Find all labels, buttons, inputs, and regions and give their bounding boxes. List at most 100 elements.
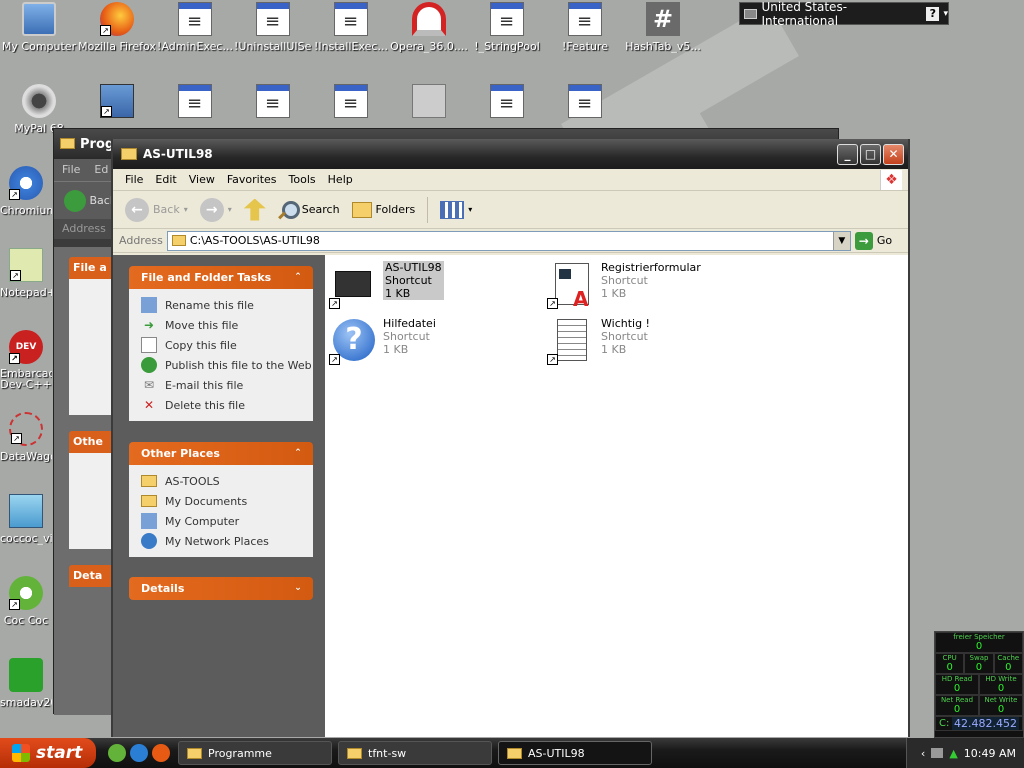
file-item-hilfedatei[interactable]: ? ↗ Hilfedatei Shortcut 1 KB: [329, 317, 436, 365]
place-my-network[interactable]: My Network Places: [141, 531, 313, 551]
installer-icon: [412, 84, 446, 118]
desktop-icon-uninstalluiseq[interactable]: !UninstallUISeq...: [234, 2, 312, 53]
up-button[interactable]: [240, 197, 270, 223]
desktop-icon-exe[interactable]: [468, 84, 546, 122]
desktop-icon-exe[interactable]: [312, 84, 390, 122]
desktop-icon-firefox[interactable]: ↗ Mozilla Firefox: [78, 2, 156, 53]
minimize-button[interactable]: _: [837, 144, 858, 165]
help-icon[interactable]: ?: [926, 6, 940, 21]
details-header[interactable]: Details ⌄: [129, 577, 313, 600]
menu-edit[interactable]: Edit: [149, 173, 182, 186]
file-size: 1 KB: [601, 287, 627, 300]
place-my-computer[interactable]: My Computer: [141, 511, 313, 531]
file-folder-tasks-header[interactable]: File and Folder Tasks ⌃: [129, 266, 313, 289]
language-bar[interactable]: United States-International ? ▾: [739, 0, 949, 28]
task-label: Delete this file: [165, 398, 245, 412]
desktop-icon-devcpp[interactable]: DEV↗ Embarcadero Dev-C++: [0, 330, 52, 390]
menu-help[interactable]: Help: [322, 173, 359, 186]
ie-quicklaunch-icon[interactable]: [130, 744, 148, 762]
collapse-chevron-icon[interactable]: ⌃: [291, 270, 305, 284]
window-titlebar[interactable]: AS-UTIL98 _ □ ✕: [113, 139, 908, 169]
menu-file[interactable]: File: [119, 173, 149, 186]
desktop-icon-stringpool[interactable]: !_StringPool: [468, 2, 546, 53]
desktop-icon-smadav[interactable]: smadav20: [0, 658, 52, 709]
network-tray-icon[interactable]: [931, 748, 944, 758]
desktop-icon-exe[interactable]: [156, 84, 234, 122]
forward-button[interactable]: → ▾: [196, 196, 236, 224]
file-folder-tasks-panel: File and Folder Tasks ⌃ Rename this file…: [129, 266, 313, 421]
start-button[interactable]: start: [0, 738, 96, 768]
menu-file[interactable]: File: [62, 163, 80, 176]
other-places-header[interactable]: Other Places ⌃: [129, 442, 313, 465]
desktop-icon-coccoc[interactable]: ↗ Coc Coc: [0, 576, 52, 627]
desktop-icon-my-computer[interactable]: My Computer: [0, 2, 78, 53]
expand-chevron-icon[interactable]: ⌄: [291, 581, 305, 595]
menu-view[interactable]: View: [183, 173, 221, 186]
notepad-document-icon: ↗: [547, 317, 595, 365]
tray-expand-icon[interactable]: ‹: [921, 747, 925, 760]
desktop-icon-label: Coc Coc: [3, 614, 49, 627]
place-my-documents[interactable]: My Documents: [141, 491, 313, 511]
chevron-down-icon[interactable]: ▾: [943, 9, 948, 19]
file-type: Shortcut: [385, 274, 432, 287]
chevron-down-icon[interactable]: ▾: [468, 205, 472, 214]
menu-edit[interactable]: Ed: [94, 163, 108, 176]
program-file-icon: [568, 2, 602, 36]
desktop-icon-feature[interactable]: !Feature: [546, 2, 624, 53]
explorer-window[interactable]: AS-UTIL98 _ □ ✕ File Edit View Favorites…: [111, 139, 910, 737]
forward-arrow-icon: →: [199, 197, 224, 222]
search-label: Search: [301, 203, 340, 216]
desktop-icon-installexec[interactable]: !InstallExec...: [312, 2, 390, 53]
desktop-icon-coccoc-installer[interactable]: coccoc_vi: [0, 494, 52, 545]
task-email-file[interactable]: ✉ E-mail this file: [141, 375, 313, 395]
desktop-icon-exe[interactable]: [234, 84, 312, 122]
views-button[interactable]: ▾: [436, 199, 476, 221]
place-label: My Network Places: [165, 534, 269, 548]
file-name: AS-UTIL98: [385, 261, 442, 274]
file-item-registrierformular[interactable]: A ↗ Registrierformular Shortcut 1 KB: [547, 261, 701, 311]
maximize-button[interactable]: □: [860, 144, 881, 165]
taskbar-button-as-util98[interactable]: AS-UTIL98: [498, 741, 652, 765]
drive-space-row: C: 42.482.452: [935, 716, 1023, 731]
chevron-down-icon[interactable]: ▾: [184, 205, 188, 214]
task-rename-file[interactable]: Rename this file: [141, 295, 313, 315]
desktop-icon-chromium[interactable]: ↗ Chromium: [0, 166, 52, 217]
task-copy-file[interactable]: Copy this file: [141, 335, 313, 355]
hd-read-value: 0: [953, 683, 961, 694]
file-item-wichtig[interactable]: ↗ Wichtig ! Shortcut 1 KB: [547, 317, 650, 365]
email-icon: ✉: [143, 378, 155, 392]
address-dropdown-button[interactable]: ▼: [832, 231, 850, 250]
go-button[interactable]: → Go: [854, 231, 892, 250]
desktop-icon-opera[interactable]: Opera_36.0....: [390, 2, 468, 53]
coccoc-quicklaunch-icon[interactable]: [108, 744, 126, 762]
close-button[interactable]: ✕: [883, 144, 904, 165]
collapse-chevron-icon[interactable]: ⌃: [291, 446, 305, 460]
back-button[interactable]: ← Back ▾: [121, 196, 192, 224]
place-as-tools[interactable]: AS-TOOLS: [141, 471, 313, 491]
firefox-quicklaunch-icon[interactable]: [152, 744, 170, 762]
resource-tray-icon[interactable]: ▲: [949, 747, 957, 760]
folders-button[interactable]: Folders: [348, 200, 420, 220]
menu-tools[interactable]: Tools: [283, 173, 322, 186]
task-label: Rename this file: [165, 298, 254, 312]
address-label: Address: [62, 222, 106, 235]
desktop-icon-adminexec[interactable]: !AdminExec...: [156, 2, 234, 53]
task-publish-web[interactable]: Publish this file to the Web: [141, 355, 313, 375]
menu-favorites[interactable]: Favorites: [221, 173, 283, 186]
desktop-icon-exe[interactable]: [546, 84, 624, 122]
desktop-icon-datawago[interactable]: ↗ DataWago: [0, 412, 52, 463]
clock[interactable]: 10:49 AM: [964, 747, 1016, 760]
chevron-down-icon[interactable]: ▾: [228, 205, 232, 214]
desktop-icon-hashtab[interactable]: # HashTab_v5...: [624, 2, 702, 53]
desktop-icon-notepadpp[interactable]: ↗ Notepad++: [0, 248, 52, 299]
address-input[interactable]: C:\AS-TOOLS\AS-UTIL98 ▼: [166, 230, 851, 251]
search-button[interactable]: Search: [274, 198, 344, 222]
task-move-file[interactable]: ➜ Move this file: [141, 315, 313, 335]
taskbar-button-tfnt-sw[interactable]: tfnt-sw: [338, 741, 492, 765]
desktop-icon-setup[interactable]: ↗: [78, 84, 156, 122]
file-item-as-util98[interactable]: ↗ AS-UTIL98 Shortcut 1 KB: [329, 261, 444, 309]
drive-value: 42.482.452: [952, 717, 1019, 730]
taskbar-button-programme[interactable]: Programme: [178, 741, 332, 765]
task-delete-file[interactable]: ✕ Delete this file: [141, 395, 313, 415]
desktop-icon-download[interactable]: [390, 84, 468, 122]
